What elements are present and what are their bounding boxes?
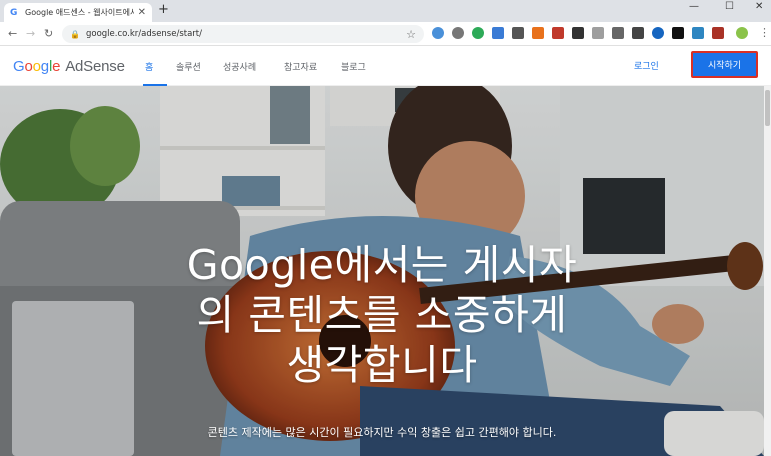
google-adsense-logo[interactable]: Google AdSense	[13, 58, 125, 75]
back-arrow-icon[interactable]: ←	[8, 27, 17, 40]
profile-avatar[interactable]	[736, 27, 748, 39]
new-tab-button[interactable]: +	[158, 2, 169, 17]
maximize-icon[interactable]: ☐	[725, 1, 734, 12]
extension-icon[interactable]	[432, 27, 444, 39]
url-text: google.co.kr/adsense/start/	[85, 29, 202, 39]
nav-solutions[interactable]: 솔루션	[176, 60, 201, 73]
forward-arrow-icon[interactable]: →	[26, 27, 35, 40]
extension-icon[interactable]	[612, 27, 624, 39]
browser-toolbar: ← → ↻ 🔒 google.co.kr/adsense/start/ ☆ ⋮	[0, 22, 771, 46]
login-link[interactable]: 로그인	[634, 59, 659, 72]
extension-icon[interactable]	[632, 27, 644, 39]
extension-icon[interactable]	[672, 27, 684, 39]
hero-banner: Google에서는 게시자 의 콘텐츠를 소중하게 생각합니다 콘텐츠 제작에는…	[0, 86, 764, 456]
get-started-button[interactable]: 시작하기	[691, 51, 758, 78]
scrollbar-thumb[interactable]	[765, 90, 770, 126]
browser-tabstrip: G Google 애드센스 - 웹사이트에서 ✕ + — ☐ ✕	[0, 0, 771, 22]
extension-icon[interactable]	[452, 27, 464, 39]
tab-title: Google 애드센스 - 웹사이트에서	[25, 8, 134, 17]
extension-icon[interactable]	[532, 27, 544, 39]
reload-icon[interactable]: ↻	[44, 27, 53, 40]
hero-subtitle: 콘텐츠 제작에는 많은 시간이 필요하지만 수익 창출은 쉽고 간편해야 합니다…	[207, 426, 557, 439]
nav-resources[interactable]: 참고자료	[284, 60, 317, 73]
extension-icon[interactable]	[712, 27, 724, 39]
close-tab-icon[interactable]: ✕	[138, 7, 146, 18]
bookmark-star-icon[interactable]: ☆	[406, 28, 416, 41]
browser-menu-icon[interactable]: ⋮	[759, 26, 770, 39]
page-scrollbar[interactable]	[764, 86, 771, 456]
address-bar[interactable]: 🔒 google.co.kr/adsense/start/ ☆	[62, 25, 424, 43]
minimize-icon[interactable]: —	[689, 1, 699, 12]
site-header: Google AdSense 홈 솔루션 성공사례 참고자료 블로그 로그인 시작…	[0, 46, 771, 86]
extension-icon[interactable]	[572, 27, 584, 39]
extension-icon[interactable]	[692, 27, 704, 39]
nav-home[interactable]: 홈	[145, 60, 153, 73]
lock-icon: 🔒	[70, 29, 80, 39]
extension-icon[interactable]	[552, 27, 564, 39]
extension-icon[interactable]	[472, 27, 484, 39]
hero-headline: Google에서는 게시자 의 콘텐츠를 소중하게 생각합니다	[186, 241, 578, 389]
nav-success-stories[interactable]: 성공사례	[223, 60, 256, 73]
extension-icon[interactable]	[492, 27, 504, 39]
close-window-icon[interactable]: ✕	[755, 1, 763, 12]
extension-icon[interactable]	[592, 27, 604, 39]
nav-blog[interactable]: 블로그	[341, 60, 366, 73]
browser-tab[interactable]: G Google 애드센스 - 웹사이트에서 ✕	[4, 3, 152, 22]
extension-icon[interactable]	[512, 27, 524, 39]
google-favicon-icon: G	[10, 7, 18, 18]
extension-icon[interactable]	[652, 27, 664, 39]
